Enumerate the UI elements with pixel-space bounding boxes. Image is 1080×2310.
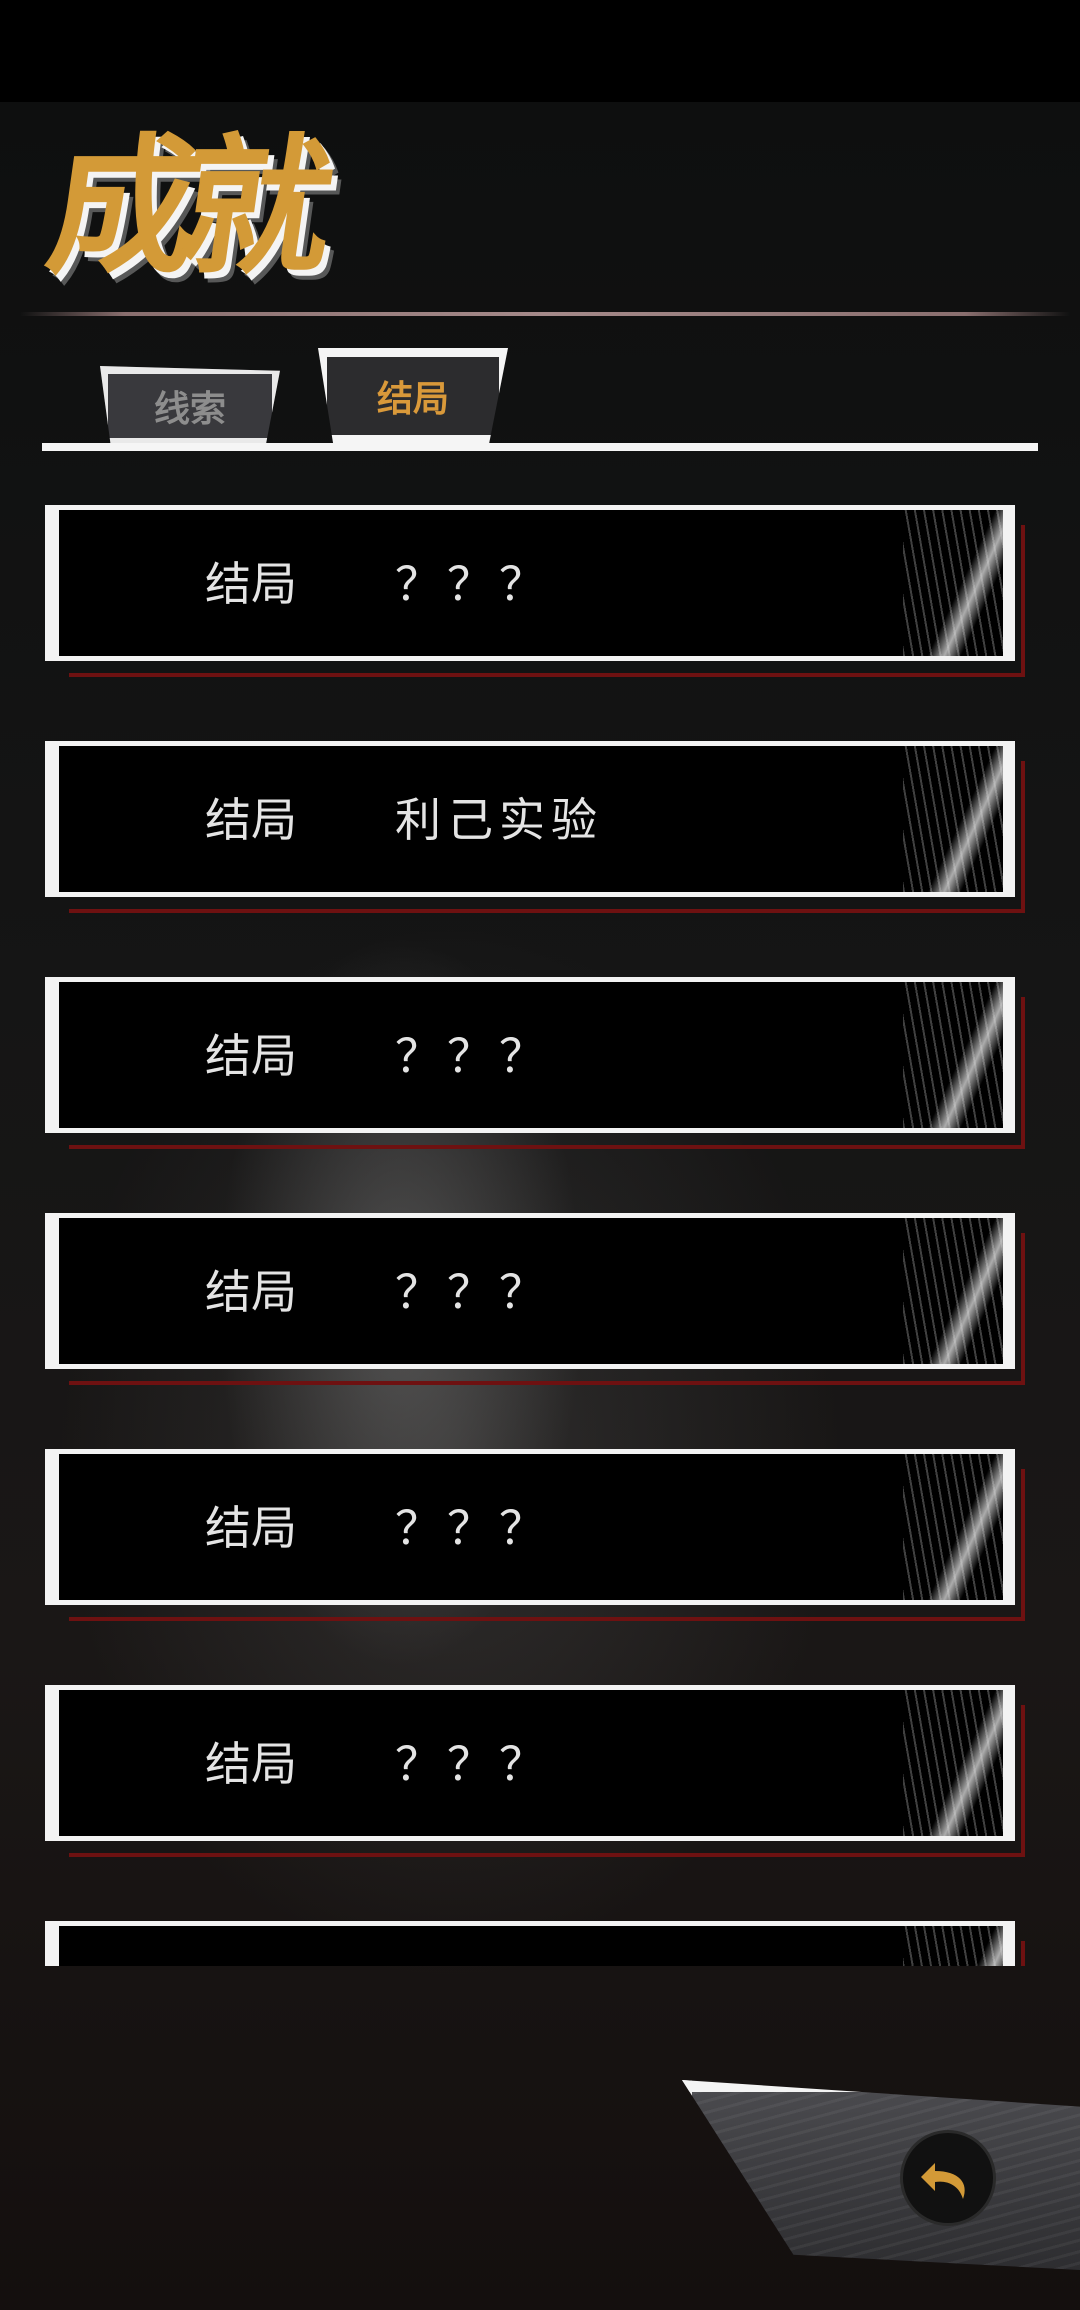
brush-decoration bbox=[903, 1218, 1003, 1364]
page-title: 成就 bbox=[37, 121, 327, 295]
ending-card[interactable]: 结局 ？？？ bbox=[45, 1685, 1025, 1857]
tab-clues-label: 线索 bbox=[153, 389, 226, 430]
card-body: 结局 ？？？ bbox=[45, 505, 1015, 661]
card-body bbox=[45, 1921, 1015, 1966]
ending-label: 结局 bbox=[205, 1029, 297, 1083]
back-button[interactable] bbox=[900, 2130, 996, 2226]
card-body: 结局 ？？？ bbox=[45, 1449, 1015, 1605]
ending-card[interactable]: 结局 利己实验 bbox=[45, 741, 1025, 913]
ending-card-partial[interactable] bbox=[45, 1921, 1025, 1966]
title-area: 成就 bbox=[37, 118, 380, 298]
ending-card[interactable]: 结局 ？？？ bbox=[45, 505, 1025, 677]
title-divider bbox=[20, 312, 1070, 316]
brush-decoration bbox=[903, 746, 1003, 892]
ending-name: ？？？ bbox=[395, 1501, 551, 1555]
brush-decoration bbox=[903, 1926, 1003, 1966]
ending-card[interactable]: 结局 ？？？ bbox=[45, 977, 1025, 1149]
back-panel bbox=[682, 2080, 1080, 2310]
card-body: 结局 ？？？ bbox=[45, 977, 1015, 1133]
brush-decoration bbox=[903, 510, 1003, 656]
ending-card[interactable]: 结局 ？？？ bbox=[45, 1449, 1025, 1621]
ending-label: 结局 bbox=[205, 793, 297, 847]
back-arrow-icon bbox=[921, 2163, 965, 2199]
ending-label: 结局 bbox=[205, 1501, 297, 1555]
ending-name: ？？？ bbox=[395, 1737, 551, 1791]
card-body: 结局 利己实验 bbox=[45, 741, 1015, 897]
ending-name: ？？？ bbox=[395, 557, 551, 611]
ending-list[interactable]: 结局 ？？？ 结局 利己实验 结局 ？？？ 结局 ？？？ 结局 ？？？ 结局 ？… bbox=[0, 500, 1080, 1966]
brush-decoration bbox=[903, 1454, 1003, 1600]
ending-label: 结局 bbox=[205, 1265, 297, 1319]
card-body: 结局 ？？？ bbox=[45, 1213, 1015, 1369]
tab-underline bbox=[42, 443, 1038, 451]
ending-name: 利己实验 bbox=[395, 793, 603, 847]
tab-clues[interactable]: 线索 bbox=[100, 366, 280, 446]
ending-name: ？？？ bbox=[395, 1265, 551, 1319]
brush-decoration bbox=[903, 982, 1003, 1128]
ending-label: 结局 bbox=[205, 1737, 297, 1791]
tab-endings-label: 结局 bbox=[376, 379, 449, 420]
ending-card[interactable]: 结局 ？？？ bbox=[45, 1213, 1025, 1385]
ending-label: 结局 bbox=[205, 557, 297, 611]
tab-endings[interactable]: 结局 bbox=[318, 348, 508, 444]
ending-name: ？？？ bbox=[395, 1029, 551, 1083]
card-body: 结局 ？？？ bbox=[45, 1685, 1015, 1841]
back-plate bbox=[682, 2080, 1080, 2270]
brush-decoration bbox=[903, 1690, 1003, 1836]
status-bar bbox=[0, 0, 1080, 102]
